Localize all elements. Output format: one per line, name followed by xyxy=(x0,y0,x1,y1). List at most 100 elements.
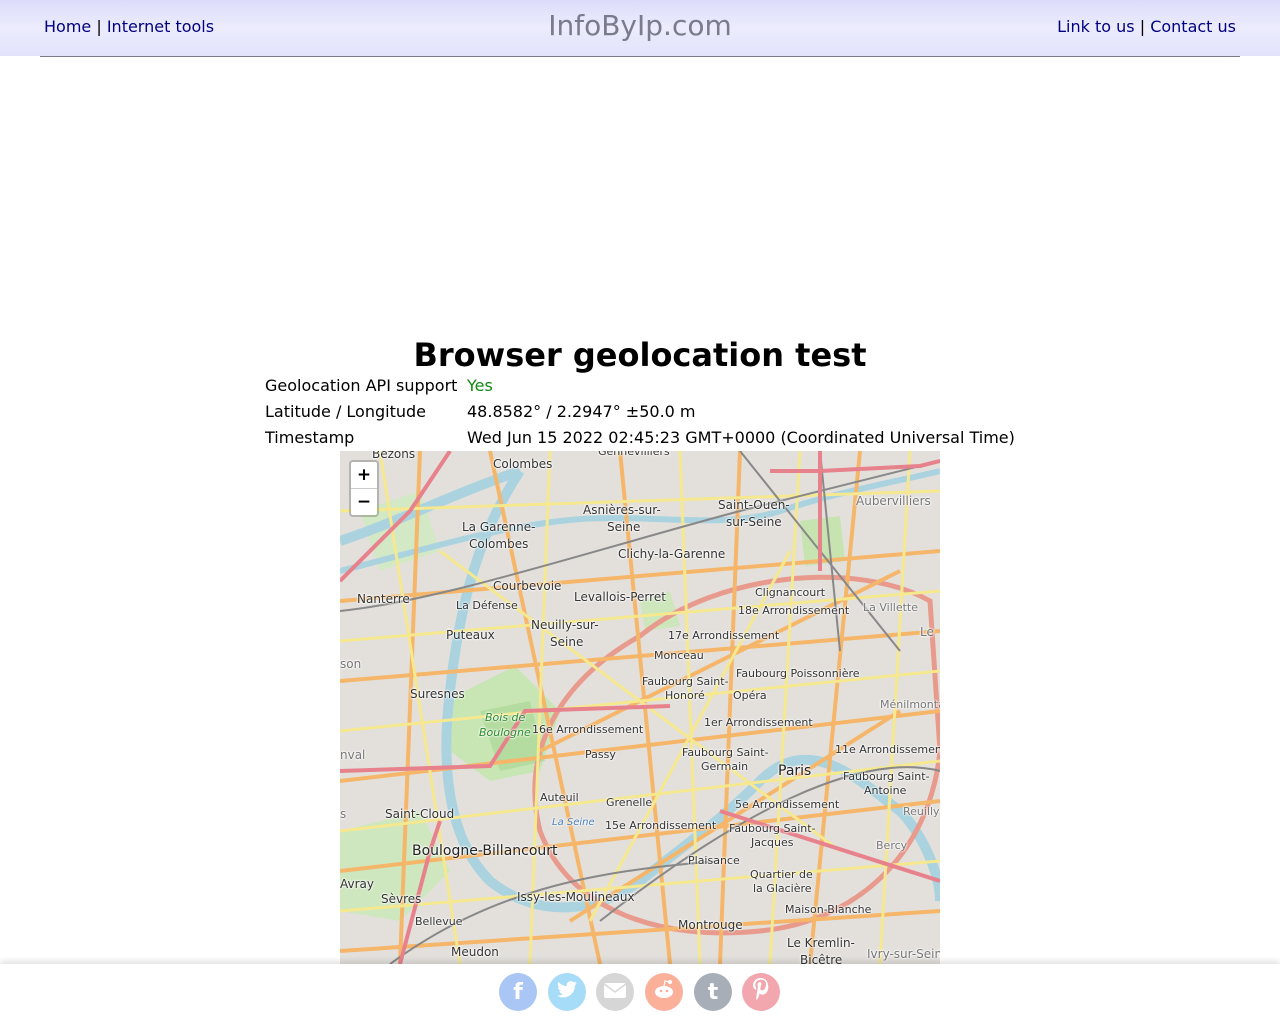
map-label: Gennevilliers xyxy=(598,451,670,458)
map-label: Seine xyxy=(550,635,584,649)
map-label: 5e Arrondissement xyxy=(735,798,840,811)
map-label: La Villette xyxy=(863,601,918,614)
map-label: Faubourg Saint- xyxy=(729,822,816,835)
header-divider xyxy=(40,56,1240,57)
map-label: Puteaux xyxy=(446,628,495,642)
map-label: Le Kremlin- xyxy=(787,936,855,950)
map-label: Neuilly-sur- xyxy=(531,618,599,632)
geolocation-info-table: Geolocation API support Yes Latitude / L… xyxy=(265,372,1015,450)
nav-right: Link to us | Contact us xyxy=(1057,17,1236,36)
info-row-lat-long: Latitude / Longitude 48.8582° / 2.2947° … xyxy=(265,398,1015,424)
info-label: Geolocation API support xyxy=(265,375,458,395)
nav-link-to-us-link[interactable]: Link to us xyxy=(1057,17,1134,36)
map-label: Bicêtre xyxy=(800,953,843,964)
map-label: Boulogne-Billancourt xyxy=(412,843,558,859)
map-label: 1er Arrondissement xyxy=(704,716,813,729)
nav-contact-us-link[interactable]: Contact us xyxy=(1150,17,1236,36)
map-label: Ménilmontant xyxy=(880,698,940,711)
info-value-timestamp: Wed Jun 15 2022 02:45:23 GMT+0000 (Coord… xyxy=(467,427,1015,447)
map-label: 18e Arrondissement xyxy=(738,604,850,617)
nav-separator: | xyxy=(1139,17,1146,36)
info-label: Latitude / Longitude xyxy=(265,401,426,421)
map-label: Meudon xyxy=(451,945,499,959)
pinterest-icon xyxy=(752,977,770,1007)
map-label: Colombes xyxy=(493,457,553,471)
facebook-icon: f xyxy=(513,979,523,1005)
map-label: Saint-Cloud xyxy=(385,807,455,821)
map-label: Courbevoie xyxy=(493,579,562,593)
zoom-out-button[interactable]: − xyxy=(351,488,377,515)
map-label: 16e Arrondissement xyxy=(532,723,644,736)
share-twitter-button[interactable] xyxy=(548,973,586,1011)
info-row-timestamp: Timestamp Wed Jun 15 2022 02:45:23 GMT+0… xyxy=(265,424,1015,450)
map-label: Suresnes xyxy=(410,687,465,701)
map-label: Issy-les-Moulineaux xyxy=(517,890,635,904)
map-label: Honoré xyxy=(665,689,705,702)
map-label: Levallois-Perret xyxy=(574,590,666,604)
reddit-icon xyxy=(652,979,676,1005)
map-label: Nanterre xyxy=(357,592,410,606)
info-label: Timestamp xyxy=(265,427,355,447)
map-label: nval xyxy=(340,748,366,762)
map-label: s xyxy=(340,807,347,821)
map-label: 15e Arrondissement xyxy=(605,819,717,832)
map-label: Bellevue xyxy=(415,915,463,928)
share-email-button[interactable] xyxy=(596,973,634,1011)
share-facebook-button[interactable]: f xyxy=(499,973,537,1011)
map-label: Aubervilliers xyxy=(856,494,931,508)
map-label: Montrouge xyxy=(678,918,743,932)
map-label: Avray xyxy=(340,877,374,891)
map-label: Monceau xyxy=(654,649,704,662)
info-value-api-support: Yes xyxy=(467,375,493,395)
map-label: Clignancourt xyxy=(755,586,826,599)
map-label: Paris xyxy=(778,763,812,779)
map-label: Ivry-sur-Seine xyxy=(867,947,940,961)
map-label: Plaisance xyxy=(688,854,740,867)
map-label: La Défense xyxy=(456,599,518,612)
share-reddit-button[interactable] xyxy=(645,973,683,1011)
map-label: Maison-Blanche xyxy=(785,903,872,916)
info-value-lat-long: 48.8582° / 2.2947° ±50.0 m xyxy=(467,401,696,421)
twitter-icon xyxy=(557,981,577,1003)
map-label: Opéra xyxy=(733,689,767,702)
email-icon xyxy=(603,980,627,1005)
site-header: Home | Internet tools InfoByIp.com Link … xyxy=(0,0,1280,56)
map-label: Boulogne xyxy=(479,726,531,739)
map-label: Germain xyxy=(701,760,749,773)
page-title: Browser geolocation test xyxy=(413,336,867,374)
share-bar: f t xyxy=(0,964,1280,1024)
map-label: Bercy xyxy=(876,839,908,852)
map-label: Grenelle xyxy=(606,796,653,809)
map-label: La Garenne- xyxy=(462,520,536,534)
map-label: Faubourg Saint- xyxy=(843,770,930,783)
map-label: Le xyxy=(920,625,934,639)
map-label: Antoine xyxy=(864,784,907,797)
tumblr-icon: t xyxy=(707,979,719,1005)
map-label: Bezons xyxy=(372,451,416,461)
map-label: Faubourg Poissonnière xyxy=(736,667,860,680)
map-label: Saint-Ouen- xyxy=(718,498,790,512)
map-label: son xyxy=(340,657,362,671)
map-label: Passy xyxy=(585,748,616,761)
share-pinterest-button[interactable] xyxy=(742,973,780,1011)
map-label: Bois de xyxy=(485,711,526,724)
map-label: Asnières-sur- xyxy=(583,503,661,517)
map-label: Jacques xyxy=(751,836,794,849)
map-label: 17e Arrondissement xyxy=(668,629,780,642)
map-label: Auteuil xyxy=(540,791,579,804)
map-label: La Seine xyxy=(552,817,595,828)
map-label: la Glacière xyxy=(753,882,812,895)
share-tumblr-button[interactable]: t xyxy=(694,973,732,1011)
map-label: Seine xyxy=(607,520,641,534)
map-label: sur-Seine xyxy=(726,515,782,529)
map-label: Colombes xyxy=(469,537,529,551)
map-zoom-control: + − xyxy=(349,460,379,517)
map-label: Reuilly xyxy=(903,805,940,818)
zoom-in-button[interactable]: + xyxy=(351,462,377,488)
map-view[interactable]: Bezons Colombes Gennevilliers Asnières-s… xyxy=(340,451,940,964)
map-label: Faubourg Saint- xyxy=(682,746,769,759)
map-label: Clichy-la-Garenne xyxy=(618,547,726,561)
map-label: Quartier de xyxy=(750,868,813,881)
map-label: Faubourg Saint- xyxy=(642,675,729,688)
info-row-api-support: Geolocation API support Yes xyxy=(265,372,1015,398)
